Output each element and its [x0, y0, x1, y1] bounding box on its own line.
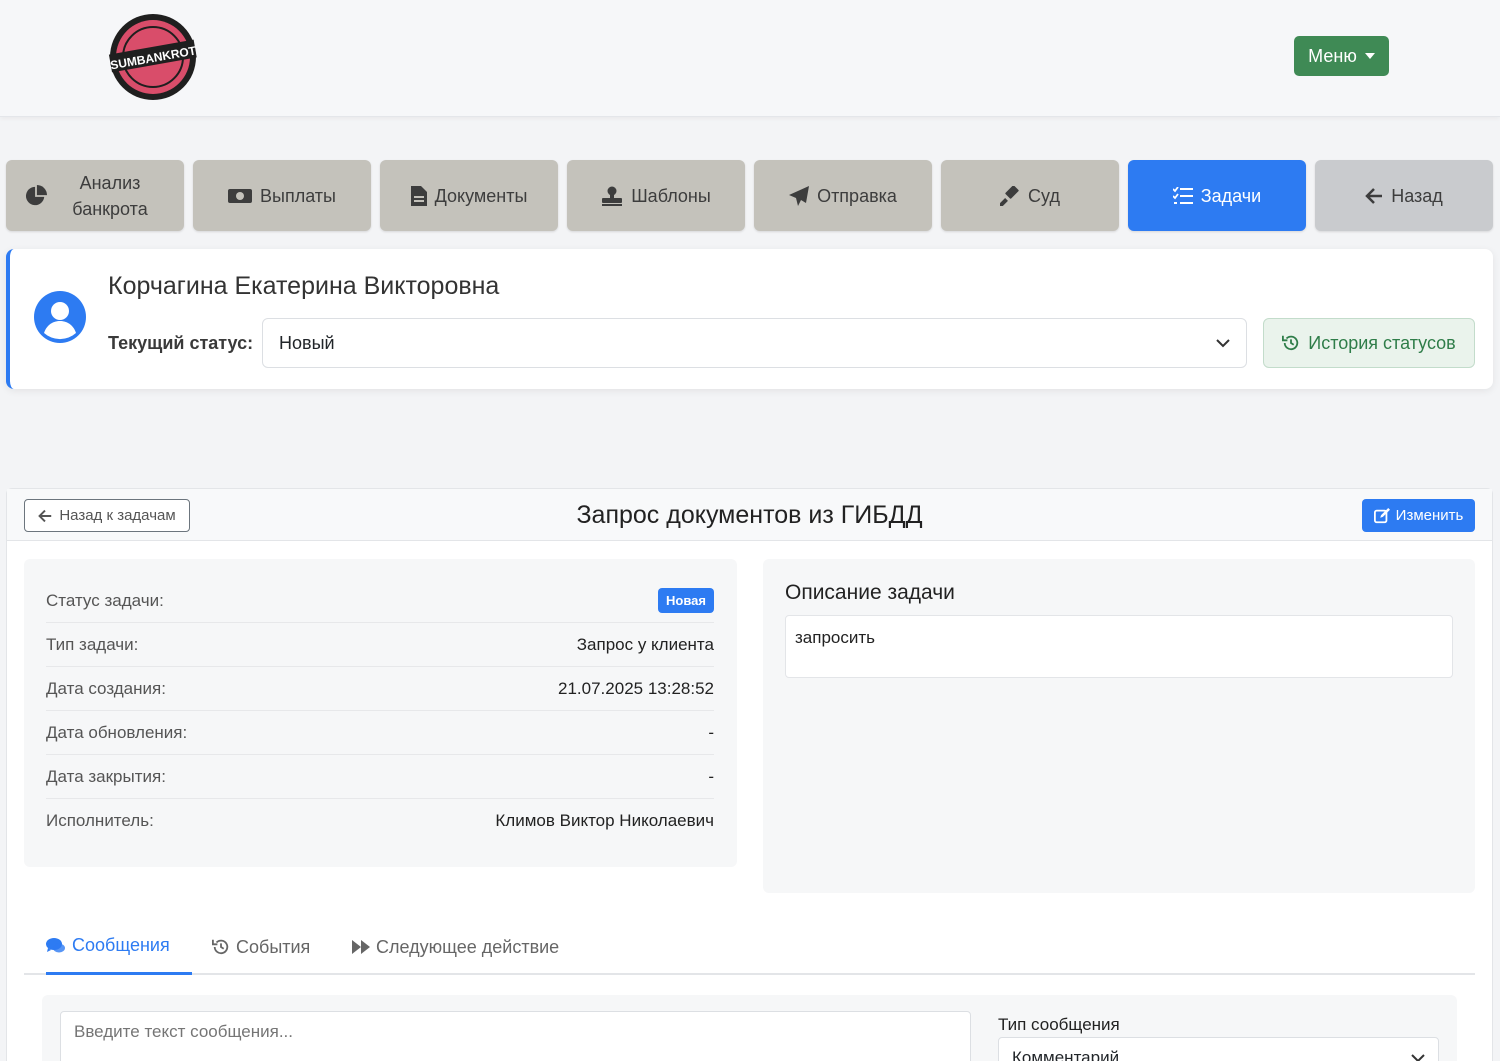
- history-icon: [1282, 335, 1299, 351]
- chevron-down-icon: [1411, 1054, 1425, 1061]
- message-type-value: Комментарий: [1012, 1048, 1120, 1061]
- arrow-left-icon: [1365, 187, 1383, 204]
- list-check-icon: [1172, 186, 1193, 204]
- info-row-type: Тип задачи: Запрос у клиента: [46, 623, 714, 667]
- task-tabs: Сообщения События Следующее действие: [24, 919, 1475, 975]
- menu-button[interactable]: Меню: [1294, 36, 1389, 76]
- edit-label: Изменить: [1395, 507, 1464, 524]
- file-icon: [410, 185, 427, 206]
- info-key: Статус задачи:: [46, 590, 164, 610]
- info-value: Запрос у клиента: [576, 634, 714, 654]
- client-name: Корчагина Екатерина Викторовна: [108, 272, 500, 300]
- nav-templates[interactable]: Шаблоны: [567, 160, 745, 231]
- status-select-value: Новый: [279, 332, 335, 353]
- task-description: Описание задачи запросить: [763, 559, 1475, 893]
- description-title: Описание задачи: [785, 581, 955, 604]
- header: SUMBANKROT Меню: [0, 0, 1500, 117]
- info-key: Дата создания:: [46, 678, 166, 698]
- info-row-closed: Дата закрытия: -: [46, 755, 714, 799]
- message-composer: Тип сообщения Комментарий: [42, 995, 1457, 1061]
- tab-next-action[interactable]: Следующее действие: [352, 919, 559, 975]
- nav-back[interactable]: Назад: [1315, 160, 1493, 231]
- section-nav: Анализ банкрота Выплаты Документы Шаблон…: [0, 160, 1500, 232]
- status-history-button[interactable]: История статусов: [1263, 318, 1475, 368]
- message-type-select[interactable]: Комментарий: [998, 1037, 1439, 1061]
- task-header: Назад к задачам Запрос документов из ГИБ…: [7, 489, 1492, 541]
- task-info: Статус задачи: Новая Тип задачи: Запрос …: [24, 559, 737, 867]
- forward-icon: [352, 940, 370, 954]
- nav-court[interactable]: Суд: [941, 160, 1119, 231]
- pie-chart-icon: [25, 184, 47, 205]
- message-type-label: Тип сообщения: [998, 1015, 1120, 1034]
- nav-documents[interactable]: Документы: [380, 160, 558, 231]
- info-row-status: Статус задачи: Новая: [46, 579, 714, 623]
- chevron-down-icon: [1216, 338, 1230, 347]
- nav-analysis[interactable]: Анализ банкрота: [6, 160, 184, 231]
- description-text: запросить: [785, 615, 1453, 678]
- client-card: Корчагина Екатерина Викторовна Текущий с…: [6, 249, 1493, 389]
- info-key: Тип задачи:: [46, 634, 139, 654]
- task-card: Назад к задачам Запрос документов из ГИБ…: [6, 488, 1493, 1061]
- tab-events-label: События: [236, 936, 311, 957]
- info-key: Исполнитель:: [46, 811, 154, 830]
- edit-button[interactable]: Изменить: [1362, 499, 1475, 532]
- money-bill-icon: [228, 188, 252, 203]
- info-value: 21.07.2025 13:28:52: [558, 678, 714, 698]
- caret-down-icon: [1364, 53, 1375, 59]
- info-key: Дата обновления:: [46, 722, 188, 742]
- info-row-updated: Дата обновления: -: [46, 711, 714, 755]
- status-select[interactable]: Новый: [262, 318, 1247, 368]
- status-label: Текущий статус:: [108, 333, 254, 353]
- info-value: Климов Виктор Николаевич: [495, 811, 714, 830]
- status-history-label: История статусов: [1308, 332, 1456, 353]
- logo[interactable]: SUMBANKROT: [108, 12, 198, 102]
- nav-court-label: Суд: [1028, 185, 1060, 206]
- task-title: Запрос документов из ГИБДД: [576, 501, 923, 529]
- status-badge: Новая: [658, 588, 714, 613]
- nav-back-label: Назад: [1391, 185, 1443, 206]
- paper-plane-icon: [789, 185, 810, 206]
- info-row-created: Дата создания: 21.07.2025 13:28:52: [46, 667, 714, 711]
- info-value: -: [708, 722, 714, 742]
- nav-analysis-label: Анализ банкрота: [72, 172, 148, 219]
- message-input[interactable]: [60, 1011, 971, 1061]
- nav-payments[interactable]: Выплаты: [193, 160, 371, 231]
- stamp-icon: [602, 186, 623, 206]
- nav-tasks-label: Задачи: [1200, 185, 1262, 206]
- nav-payments-label: Выплаты: [260, 185, 336, 206]
- info-row-assignee: Исполнитель: Климов Виктор Николаевич: [46, 799, 714, 843]
- tab-messages-label: Сообщения: [72, 935, 170, 955]
- tab-next-action-label: Следующее действие: [376, 936, 560, 957]
- edit-icon: [1373, 507, 1390, 523]
- nav-documents-label: Документы: [434, 185, 528, 206]
- menu-label: Меню: [1308, 45, 1357, 66]
- nav-templates-label: Шаблоны: [631, 185, 711, 206]
- info-value: -: [708, 766, 714, 786]
- history-icon: [212, 939, 229, 955]
- nav-tasks[interactable]: Задачи: [1128, 160, 1306, 231]
- gavel-icon: [1000, 185, 1019, 206]
- nav-send-label: Отправка: [817, 185, 897, 206]
- comments-icon: [46, 937, 65, 952]
- tab-events[interactable]: События: [212, 919, 310, 975]
- user-circle-icon: [34, 291, 86, 343]
- tab-messages[interactable]: Сообщения: [46, 919, 192, 975]
- nav-send[interactable]: Отправка: [754, 160, 932, 231]
- info-key: Дата закрытия:: [46, 766, 166, 786]
